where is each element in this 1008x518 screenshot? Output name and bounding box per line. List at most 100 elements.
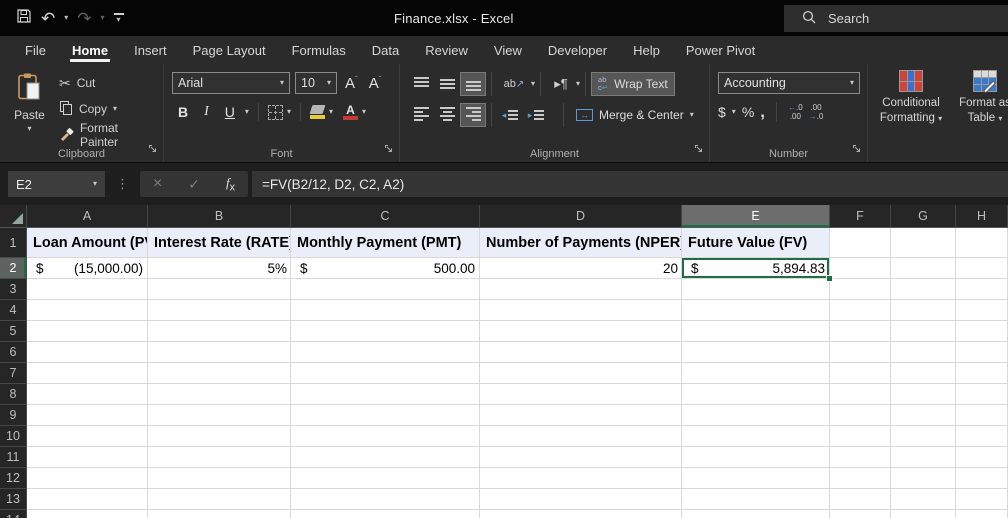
cell-H13[interactable] [956, 489, 1008, 510]
tab-data[interactable]: Data [359, 36, 412, 64]
cell-G4[interactable] [891, 300, 956, 321]
copy-dropdown-icon[interactable]: ▾ [113, 105, 117, 113]
cell-C14[interactable] [291, 510, 480, 518]
format-painter-button[interactable]: Format Painter [59, 121, 157, 149]
cell-G5[interactable] [891, 321, 956, 342]
tab-developer[interactable]: Developer [535, 36, 620, 64]
column-header-A[interactable]: A [27, 205, 148, 228]
tab-file[interactable]: File [12, 36, 59, 64]
cell-H4[interactable] [956, 300, 1008, 321]
tab-formulas[interactable]: Formulas [279, 36, 359, 64]
cell-F3[interactable] [830, 279, 891, 300]
cell-B8[interactable] [148, 384, 291, 405]
cell-A13[interactable] [27, 489, 148, 510]
cell-G1[interactable] [891, 228, 956, 258]
cell-B7[interactable] [148, 363, 291, 384]
cell-D13[interactable] [480, 489, 682, 510]
cell-E13[interactable] [682, 489, 830, 510]
column-header-D[interactable]: D [480, 205, 682, 228]
undo-icon[interactable]: ↶ [41, 10, 55, 27]
font-color-button[interactable]: A [342, 104, 358, 120]
text-direction-button[interactable]: ▸¶ [546, 72, 576, 96]
cell-A14[interactable] [27, 510, 148, 518]
cell-D8[interactable] [480, 384, 682, 405]
cell-H8[interactable] [956, 384, 1008, 405]
cell-E4[interactable] [682, 300, 830, 321]
cell-A9[interactable] [27, 405, 148, 426]
percent-style-button[interactable]: % [742, 104, 754, 120]
merge-center-button[interactable]: ↔ Merge & Center ▾ [569, 103, 701, 127]
cell-B14[interactable] [148, 510, 291, 518]
row-header-10[interactable]: 10 [0, 426, 27, 447]
tab-help[interactable]: Help [620, 36, 673, 64]
row-header-5[interactable]: 5 [0, 321, 27, 342]
cell-E11[interactable] [682, 447, 830, 468]
cell-A3[interactable] [27, 279, 148, 300]
column-header-H[interactable]: H [956, 205, 1008, 228]
orientation-button[interactable]: ab ↗ [497, 72, 531, 96]
select-all-corner[interactable] [0, 205, 27, 228]
paste-button[interactable]: Paste ▾ [8, 72, 51, 146]
cell-D5[interactable] [480, 321, 682, 342]
cell-E8[interactable] [682, 384, 830, 405]
cell-A8[interactable] [27, 384, 148, 405]
align-left-button[interactable] [408, 103, 434, 127]
decrease-decimal-button[interactable]: .00 →.0 [809, 103, 824, 121]
cell-C9[interactable] [291, 405, 480, 426]
cell-B5[interactable] [148, 321, 291, 342]
cell-A5[interactable] [27, 321, 148, 342]
alignment-dialog-launcher-icon[interactable] [694, 141, 704, 159]
cell-E3[interactable] [682, 279, 830, 300]
cell-F2[interactable] [830, 258, 891, 279]
wrap-text-button[interactable]: ab c↵ Wrap Text [591, 72, 675, 96]
cell-E10[interactable] [682, 426, 830, 447]
cell-G12[interactable] [891, 468, 956, 489]
borders-dropdown-icon[interactable]: ▾ [287, 108, 291, 116]
cell-A6[interactable] [27, 342, 148, 363]
cell-C13[interactable] [291, 489, 480, 510]
bold-button[interactable]: B [172, 103, 194, 121]
tab-insert[interactable]: Insert [121, 36, 180, 64]
search-box[interactable]: Search [784, 4, 1008, 32]
cell-A12[interactable] [27, 468, 148, 489]
name-box[interactable]: E2 ▾ [8, 171, 105, 197]
cell-A1[interactable]: Loan Amount (PV) [27, 228, 148, 258]
cell-C5[interactable] [291, 321, 480, 342]
cell-F1[interactable] [830, 228, 891, 258]
cell-G11[interactable] [891, 447, 956, 468]
cell-E9[interactable] [682, 405, 830, 426]
cell-H5[interactable] [956, 321, 1008, 342]
number-dialog-launcher-icon[interactable] [852, 141, 862, 159]
text-direction-dropdown-icon[interactable]: ▾ [576, 80, 580, 88]
cell-B2[interactable]: 5% [148, 258, 291, 279]
cell-C10[interactable] [291, 426, 480, 447]
save-icon[interactable] [16, 8, 32, 29]
cell-C1[interactable]: Monthly Payment (PMT) [291, 228, 480, 258]
cell-A11[interactable] [27, 447, 148, 468]
cell-D4[interactable] [480, 300, 682, 321]
cell-H1[interactable] [956, 228, 1008, 258]
font-name-combo[interactable]: Arial ▾ [172, 72, 290, 94]
cell-A2[interactable]: $ (15,000.00) [27, 258, 148, 279]
cell-F10[interactable] [830, 426, 891, 447]
cell-C2[interactable]: $500.00 [291, 258, 480, 279]
fill-color-button[interactable] [309, 105, 326, 119]
cell-F9[interactable] [830, 405, 891, 426]
font-dialog-launcher-icon[interactable] [384, 141, 394, 159]
cell-D6[interactable] [480, 342, 682, 363]
column-header-F[interactable]: F [830, 205, 891, 228]
tab-power-pivot[interactable]: Power Pivot [673, 36, 768, 64]
cell-E6[interactable] [682, 342, 830, 363]
cell-B6[interactable] [148, 342, 291, 363]
cell-H10[interactable] [956, 426, 1008, 447]
cell-B10[interactable] [148, 426, 291, 447]
cell-E7[interactable] [682, 363, 830, 384]
cell-E5[interactable] [682, 321, 830, 342]
cell-C7[interactable] [291, 363, 480, 384]
copy-button[interactable]: Copy ▾ [59, 98, 157, 120]
cell-F12[interactable] [830, 468, 891, 489]
row-header-7[interactable]: 7 [0, 363, 27, 384]
row-header-13[interactable]: 13 [0, 489, 27, 510]
cell-G7[interactable] [891, 363, 956, 384]
conditional-formatting-button[interactable]: Conditional Formatting ▾ [876, 70, 946, 145]
